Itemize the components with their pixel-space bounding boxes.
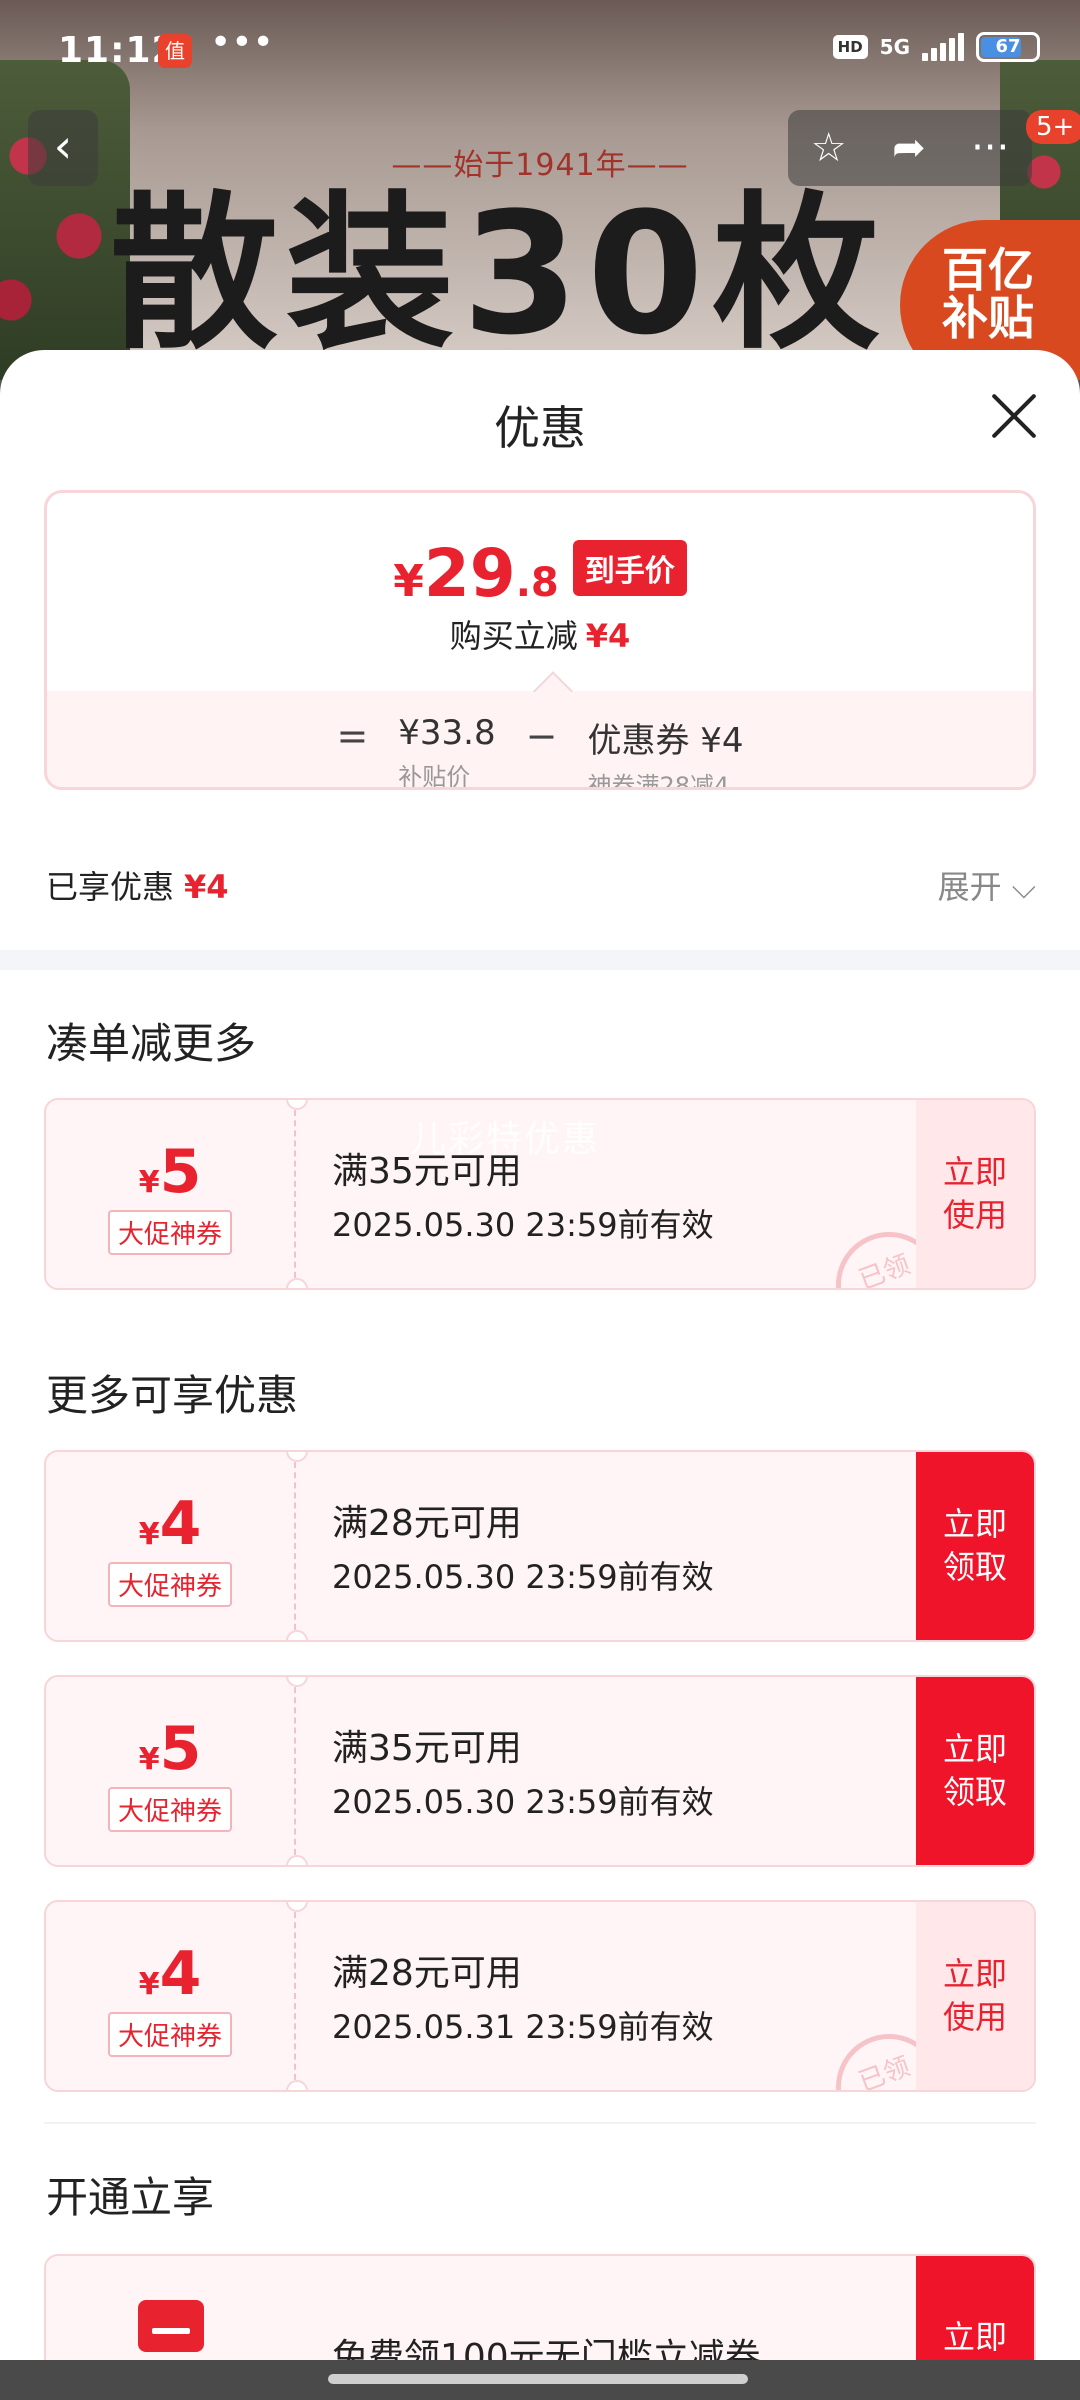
subsidy-price-label: 补贴价 xyxy=(398,763,471,790)
coupon-card: ¥4 大促神券 满28元可用 2025.05.31 23:59前有效 已领 立即… xyxy=(44,1900,1036,2092)
coupon-deduction: 优惠券 ¥4 xyxy=(587,721,744,761)
coupon-amount: 5 xyxy=(159,1137,202,1207)
coupon-expiry: 2025.05.31 23:59前有效 xyxy=(332,2008,714,2046)
claim-now-button[interactable]: 立即 领取 xyxy=(916,1677,1034,1865)
activate-now-button[interactable]: 立即 xyxy=(916,2256,1034,2360)
coupon-tag: 大促神券 xyxy=(107,1562,232,1607)
coupon-amount: 5 xyxy=(159,1714,202,1784)
battery-icon: 67 xyxy=(976,32,1040,62)
coupon-tag: 大促神券 xyxy=(107,2012,232,2057)
membership-offer-text: 免费领100元无门槛立减券 xyxy=(332,2337,761,2360)
more-notifications-icon: ••• xyxy=(210,22,274,63)
final-price: ¥ 29 .8 到手价 xyxy=(47,535,1033,612)
section-title-more: 更多可享优惠 xyxy=(46,1371,299,1420)
equals-sign: = xyxy=(336,714,369,758)
status-bar: 11:12 值 ••• HD 5G 67 xyxy=(0,0,1080,100)
share-icon[interactable]: ➦ xyxy=(892,125,926,171)
use-now-button[interactable]: 立即 使用 xyxy=(916,1902,1034,2090)
membership-offer-card: 免费领100元无门槛立减券 立即 xyxy=(44,2254,1036,2360)
subsidy-price: ¥33.8 xyxy=(398,713,496,753)
message-count-badge: 5+ xyxy=(1026,110,1080,144)
instant-reduction: 购买立减 ¥4 xyxy=(449,617,631,655)
section-divider xyxy=(44,2122,1036,2124)
coupon-tag: 大促神券 xyxy=(107,1210,232,1255)
discount-sheet: 优惠 ¥ 29 .8 到手价 购买立减 ¥4 = ¥33.8 补贴价 − 优惠券 … xyxy=(0,350,1080,2360)
star-icon[interactable]: ☆ xyxy=(811,125,847,171)
coupon-amount: 4 xyxy=(159,1939,202,2009)
claim-now-button[interactable]: 立即 领取 xyxy=(916,1452,1034,1640)
final-price-tag: 到手价 xyxy=(572,539,687,596)
top-action-group: ☆ ➦ ··· xyxy=(788,110,1032,186)
more-icon[interactable]: ··· xyxy=(971,125,1009,171)
expand-button[interactable]: 展开 ⌵ xyxy=(938,862,1036,908)
chevron-left-icon: ‹ xyxy=(53,119,73,173)
signal-icon xyxy=(922,33,964,61)
coupon-expiry: 2025.05.30 23:59前有效 xyxy=(332,1558,714,1596)
home-indicator[interactable] xyxy=(328,2374,748,2384)
card-icon xyxy=(138,2300,204,2352)
coupon-condition: 满35元可用 xyxy=(332,1728,522,1769)
section-title-open: 开通立享 xyxy=(46,2173,215,2222)
close-icon[interactable] xyxy=(988,390,1040,442)
network-type: 5G xyxy=(879,35,910,59)
coupon-amount: 4 xyxy=(159,1489,202,1559)
section-title-combine: 凑单减更多 xyxy=(46,1019,257,1068)
coupon-condition: 满28元可用 xyxy=(332,1953,522,1994)
sheet-title: 优惠 xyxy=(494,401,586,455)
coupon-expiry: 2025.05.30 23:59前有效 xyxy=(332,1783,714,1821)
coupon-condition: 满28元可用 xyxy=(332,1503,522,1544)
notification-app-icon: 值 xyxy=(158,34,192,68)
coupon-expiry: 2025.05.30 23:59前有效 xyxy=(332,1206,714,1244)
coupon-card: ¥4 大促神券 满28元可用 2025.05.30 23:59前有效 立即 领取 xyxy=(44,1450,1036,1642)
product-banner-title: 散装30枚 xyxy=(110,176,888,372)
back-button[interactable]: ‹ xyxy=(28,110,98,186)
coupon-tag: 大促神券 xyxy=(107,1787,232,1832)
minus-sign: − xyxy=(525,714,558,758)
hd-icon: HD xyxy=(832,35,868,59)
enjoyed-discount: 已享优惠 ¥4 xyxy=(46,868,229,906)
gesture-bar xyxy=(0,2360,1080,2400)
price-breakdown: ¥ 29 .8 到手价 购买立减 ¥4 = ¥33.8 补贴价 − 优惠券 ¥4 … xyxy=(44,490,1036,790)
coupon-deduction-desc: 神券满28减4 xyxy=(587,772,730,790)
coupon-card: ¥5 大促神券 满35元可用 2025.05.30 23:59前有效 立即 领取 xyxy=(44,1675,1036,1867)
watermark-text: 儿彩特优惠 xyxy=(410,1119,601,1160)
section-divider xyxy=(0,950,1080,970)
use-now-button[interactable]: 立即 使用 xyxy=(916,1100,1034,1288)
